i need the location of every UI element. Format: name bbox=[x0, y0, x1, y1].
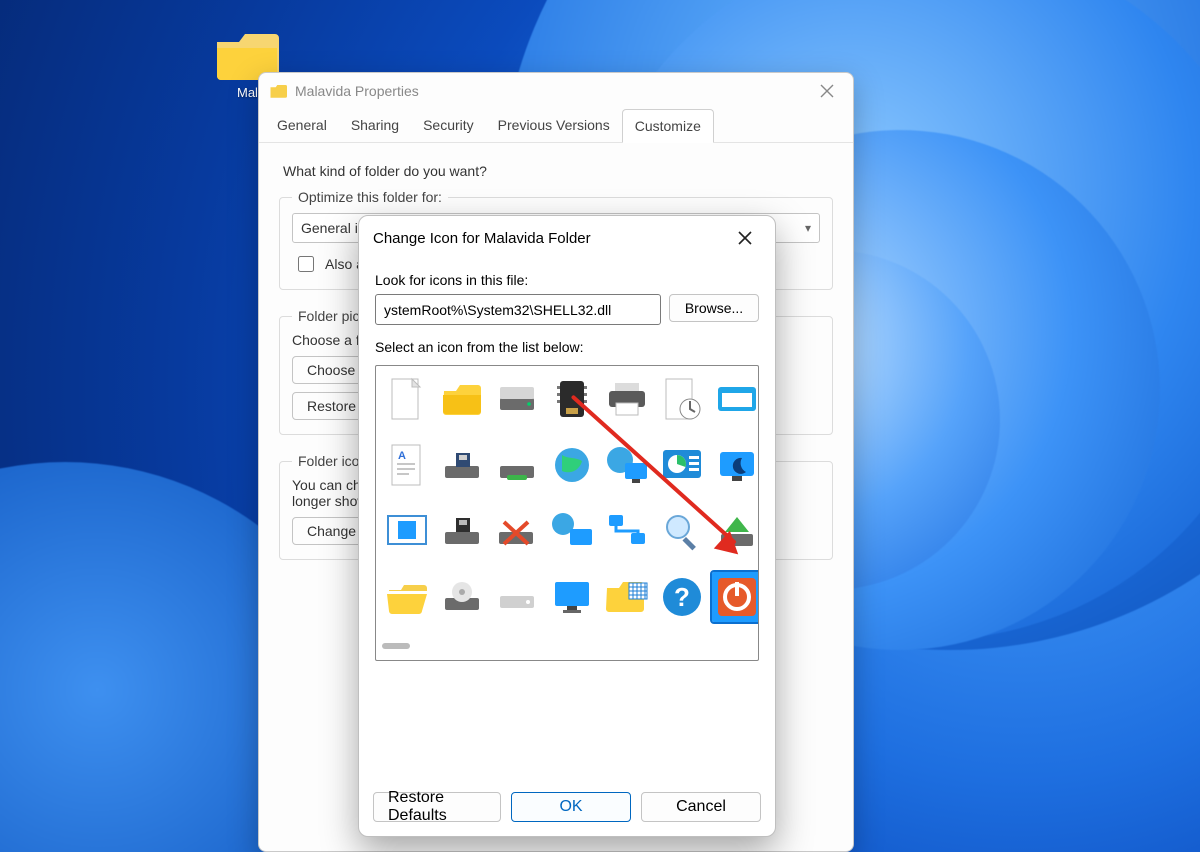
icon-drive-light[interactable] bbox=[492, 572, 542, 622]
icon-drive-removable[interactable] bbox=[437, 440, 487, 490]
icon-network[interactable] bbox=[602, 506, 652, 556]
close-icon[interactable] bbox=[729, 222, 761, 254]
close-icon[interactable] bbox=[811, 75, 843, 107]
horizontal-scrollbar[interactable] bbox=[382, 638, 432, 654]
chevron-down-icon: ▾ bbox=[805, 221, 811, 235]
look-for-label: Look for icons in this file: bbox=[375, 272, 759, 288]
icon-folder-calendar[interactable] bbox=[602, 572, 652, 622]
icon-printer[interactable] bbox=[602, 374, 652, 424]
tab-customize[interactable]: Customize bbox=[622, 109, 714, 143]
icon-text-doc[interactable]: A bbox=[382, 440, 432, 490]
icon-window-panel[interactable] bbox=[382, 506, 432, 556]
tab-sharing[interactable]: Sharing bbox=[339, 109, 411, 142]
icon-drive-floppy[interactable] bbox=[437, 506, 487, 556]
icon-folder-open[interactable] bbox=[382, 572, 432, 622]
change-icon-title: Change Icon for Malavida Folder bbox=[373, 230, 591, 247]
icon-magnifier[interactable] bbox=[657, 506, 707, 556]
icon-chip[interactable] bbox=[547, 374, 597, 424]
tab-previous-versions[interactable]: Previous Versions bbox=[486, 109, 622, 142]
browse-button[interactable]: Browse... bbox=[669, 294, 759, 322]
icon-drive-disconnected[interactable] bbox=[492, 506, 542, 556]
ok-button[interactable]: OK bbox=[511, 792, 631, 822]
also-apply-checkbox-input[interactable] bbox=[298, 256, 314, 272]
properties-title: Malavida Properties bbox=[295, 83, 419, 99]
icon-document[interactable] bbox=[382, 374, 432, 424]
icon-path-input[interactable] bbox=[375, 294, 661, 325]
icon-chart-pie[interactable] bbox=[657, 440, 707, 490]
optimize-legend: Optimize this folder for: bbox=[292, 189, 448, 205]
icon-help[interactable]: ? bbox=[657, 572, 707, 622]
icon-recent-doc[interactable] bbox=[657, 374, 707, 424]
desktop[interactable]: Malavida Malavida Properties General Sha… bbox=[0, 0, 1200, 852]
change-icon-titlebar[interactable]: Change Icon for Malavida Folder bbox=[359, 216, 775, 260]
change-icon-body: Look for icons in this file: Browse... S… bbox=[359, 260, 775, 661]
icon-monitor[interactable] bbox=[547, 572, 597, 622]
change-icon-dialog: Change Icon for Malavida Folder Look for… bbox=[358, 215, 776, 837]
icon-drive-external[interactable] bbox=[492, 440, 542, 490]
customize-question: What kind of folder do you want? bbox=[283, 163, 829, 179]
properties-titlebar[interactable]: Malavida Properties bbox=[259, 73, 853, 109]
icon-run-window[interactable] bbox=[712, 374, 759, 424]
tab-security[interactable]: Security bbox=[411, 109, 486, 142]
icon-moon-monitor[interactable] bbox=[712, 440, 759, 490]
icon-power[interactable] bbox=[712, 572, 759, 622]
icon-drive-eject[interactable] bbox=[712, 506, 759, 556]
change-icon-button-row: Restore Defaults OK Cancel bbox=[359, 778, 775, 836]
select-icon-label: Select an icon from the list below: bbox=[375, 339, 759, 355]
restore-defaults-button[interactable]: Restore Defaults bbox=[373, 792, 501, 822]
icon-globe-monitor[interactable] bbox=[602, 440, 652, 490]
icon-list[interactable]: A ? bbox=[375, 365, 759, 661]
tab-general[interactable]: General bbox=[265, 109, 339, 142]
folder-icon bbox=[269, 82, 287, 100]
svg-text:A: A bbox=[398, 450, 406, 462]
cancel-button[interactable]: Cancel bbox=[641, 792, 761, 822]
svg-text:?: ? bbox=[674, 582, 690, 612]
icon-drive-cd[interactable] bbox=[437, 572, 487, 622]
icon-globe[interactable] bbox=[547, 440, 597, 490]
icon-drive-fixed[interactable] bbox=[492, 374, 542, 424]
icon-folder[interactable] bbox=[437, 374, 487, 424]
tabstrip: General Sharing Security Previous Versio… bbox=[259, 109, 853, 143]
icon-network-monitor[interactable] bbox=[547, 506, 597, 556]
